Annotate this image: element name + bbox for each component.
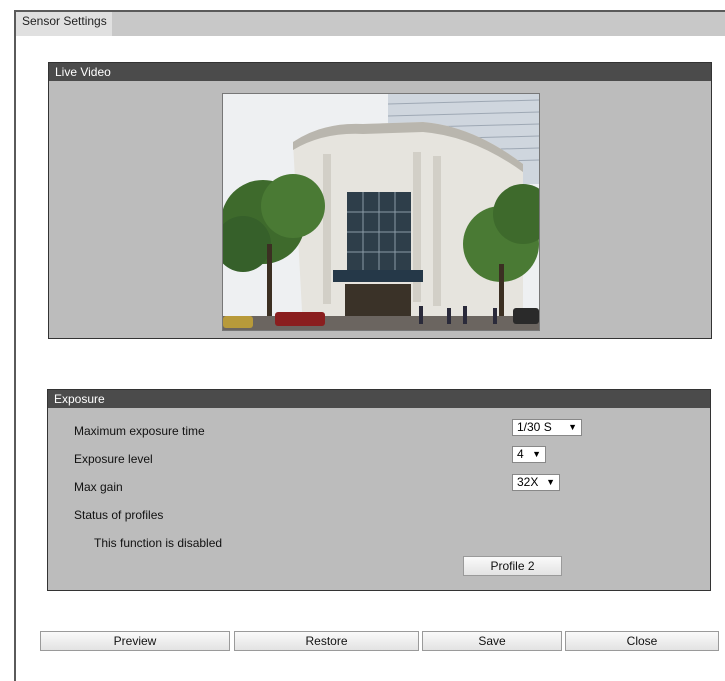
close-button[interactable]: Close xyxy=(565,631,719,651)
live-video-header: Live Video xyxy=(49,63,711,81)
window-title: Sensor Settings xyxy=(22,14,107,28)
disabled-message: This function is disabled xyxy=(94,536,223,550)
exposure-level-value: 4 xyxy=(517,447,524,461)
chevron-down-icon: ▼ xyxy=(568,422,577,432)
sensor-settings-window: Sensor Settings Live Video Exposure Maxi… xyxy=(14,10,725,681)
exposure-header: Exposure xyxy=(48,390,710,408)
max-exposure-time-value: 1/30 S xyxy=(517,420,552,434)
live-video-panel: Live Video xyxy=(48,62,712,339)
exposure-level-label: Exposure level xyxy=(74,452,153,466)
max-gain-select[interactable]: 32X ▼ xyxy=(512,474,560,491)
status-of-profiles-label: Status of profiles xyxy=(74,508,164,522)
preview-button[interactable]: Preview xyxy=(40,631,230,651)
max-gain-value: 32X xyxy=(517,475,539,489)
save-button[interactable]: Save xyxy=(422,631,562,651)
max-exposure-time-label: Maximum exposure time xyxy=(74,424,205,438)
profile-2-button[interactable]: Profile 2 xyxy=(463,556,562,576)
max-gain-label: Max gain xyxy=(74,480,123,494)
chevron-down-icon: ▼ xyxy=(532,449,541,459)
live-video-feed xyxy=(222,93,540,331)
camera-feed-image xyxy=(223,94,539,330)
exposure-level-select[interactable]: 4 ▼ xyxy=(512,446,546,463)
restore-button[interactable]: Restore xyxy=(234,631,419,651)
max-exposure-time-select[interactable]: 1/30 S ▼ xyxy=(512,419,582,436)
exposure-panel: Exposure Maximum exposure time 1/30 S ▼ … xyxy=(47,389,711,591)
chevron-down-icon: ▼ xyxy=(546,477,555,487)
title-bar: Sensor Settings xyxy=(16,12,725,36)
